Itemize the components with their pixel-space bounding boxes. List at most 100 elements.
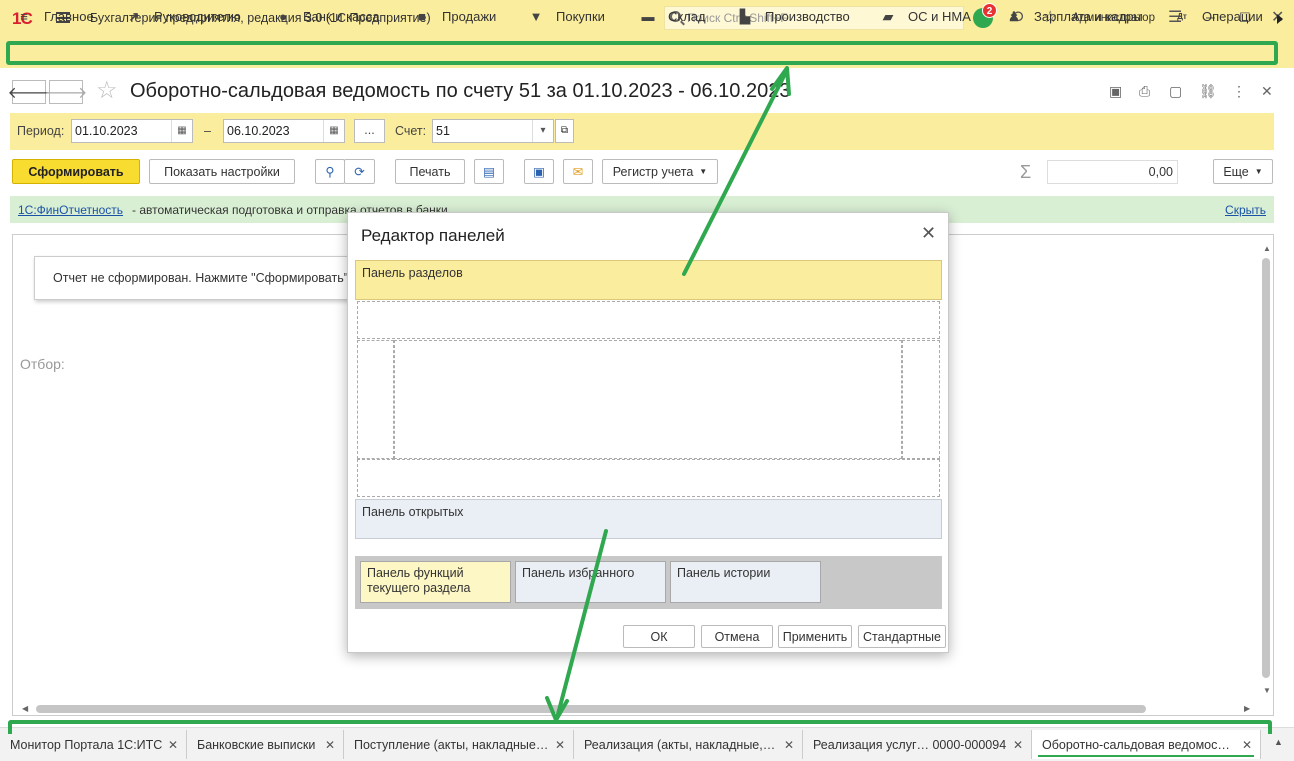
save-icon: ▣ bbox=[533, 165, 545, 179]
panel-open-slot[interactable]: Панель открытых bbox=[355, 499, 942, 539]
panel-functions-item[interactable]: Панель функций текущего раздела bbox=[360, 561, 511, 603]
find-next-icon: ⟳ bbox=[354, 165, 365, 179]
tab-sales[interactable]: Реализация (акты, накладные,… ✕ bbox=[574, 730, 803, 759]
report-not-generated-notice: Отчет не сформирован. Нажмите "Сформиров… bbox=[34, 256, 394, 300]
tab-receipts[interactable]: Поступление (акты, накладные… ✕ bbox=[344, 730, 574, 759]
trend-icon: ↗ bbox=[128, 8, 140, 24]
close-form-icon[interactable]: ✕ bbox=[1261, 82, 1273, 100]
period-label: Период: bbox=[17, 124, 65, 138]
search-icon: ⚲ bbox=[325, 165, 335, 179]
scroll-up-icon[interactable]: ▲ bbox=[1263, 244, 1271, 253]
tab-services-sale[interactable]: Реализация услуг… 0000-000094 ✕ bbox=[803, 730, 1032, 759]
more-actions-icon[interactable]: ⋮ bbox=[1232, 82, 1246, 100]
horizontal-scrollbar[interactable] bbox=[36, 705, 1146, 713]
show-settings-button[interactable]: Показать настройки bbox=[149, 159, 295, 184]
account-field[interactable]: 51 ▾ bbox=[432, 119, 554, 143]
generate-button[interactable]: Сформировать bbox=[12, 159, 140, 184]
print-icon[interactable]: ⎙ bbox=[1139, 82, 1150, 100]
tabs-expand-icon[interactable]: ▲ bbox=[1274, 737, 1283, 747]
close-tab-icon[interactable]: ✕ bbox=[784, 738, 794, 752]
warehouse-icon: ▬ bbox=[641, 8, 655, 24]
truck-icon: ▰ bbox=[883, 8, 893, 24]
close-tab-icon[interactable]: ✕ bbox=[1013, 738, 1023, 752]
panel-editor-dialog: Редактор панелей ✕ Панель разделов Панел… bbox=[347, 212, 949, 653]
section-purchases[interactable]: ▼ Покупки bbox=[528, 9, 605, 24]
finotchetnost-link[interactable]: 1С:ФинОтчетность bbox=[18, 203, 123, 217]
print-button[interactable]: Печать bbox=[395, 159, 465, 184]
close-tab-icon[interactable]: ✕ bbox=[168, 738, 178, 752]
select-period-button[interactable]: ... bbox=[354, 119, 385, 143]
forward-button[interactable]: 🡒 bbox=[45, 80, 87, 104]
notifications-badge: 2 bbox=[982, 3, 997, 18]
page-title: Оборотно-сальдовая ведомость по счету 51… bbox=[130, 80, 791, 102]
dt-kt-icon: Дт bbox=[1177, 11, 1187, 21]
tab-bank-statements[interactable]: Банковские выписки ✕ bbox=[187, 730, 344, 759]
find-button[interactable]: ⚲ bbox=[315, 159, 345, 184]
date-to-field[interactable]: 06.10.2023 ▦ bbox=[223, 119, 345, 143]
link-icon[interactable]: ⛓ bbox=[1199, 82, 1217, 100]
section-sales[interactable]: ■ Продажи bbox=[414, 9, 496, 24]
menu-icon: ≡ bbox=[20, 8, 28, 24]
cart-icon: ▼ bbox=[529, 8, 543, 24]
selected-sum-field: 0,00 bbox=[1047, 160, 1178, 184]
close-tab-icon[interactable]: ✕ bbox=[1242, 738, 1252, 752]
close-tab-icon[interactable]: ✕ bbox=[325, 738, 335, 752]
dialog-title: Редактор панелей bbox=[361, 226, 505, 245]
cancel-button[interactable]: Отмена bbox=[701, 625, 773, 648]
add-to-favorites-icon[interactable]: ☆ bbox=[96, 78, 118, 104]
back-button[interactable]: 🡐 bbox=[8, 80, 50, 104]
find-next-button[interactable]: ⟳ bbox=[344, 159, 375, 184]
notifications-bell-icon[interactable]: 2 bbox=[973, 3, 997, 28]
empty-left-slot[interactable] bbox=[357, 340, 394, 459]
section-production[interactable]: ▙ Производство bbox=[737, 9, 850, 24]
scroll-down-icon[interactable]: ▼ bbox=[1263, 686, 1271, 695]
panel-history-item[interactable]: Панель истории bbox=[670, 561, 821, 603]
dropdown-arrow-icon: ▼ bbox=[1254, 167, 1263, 176]
section-main[interactable]: ≡ Главное bbox=[16, 8, 93, 24]
section-operations[interactable]: Дт Операции bbox=[1174, 9, 1263, 24]
scroll-right-icon[interactable]: ▶ bbox=[1244, 704, 1250, 713]
open-account-icon[interactable]: ⧉ bbox=[555, 119, 574, 143]
panel-favorites-item[interactable]: Панель избранного bbox=[515, 561, 666, 603]
highlight-frame-sections bbox=[6, 41, 1278, 65]
ok-button[interactable]: ОК bbox=[623, 625, 695, 648]
section-bank[interactable]: ● Банк и касса bbox=[275, 9, 379, 24]
preview-button[interactable]: ▤ bbox=[474, 159, 504, 184]
panel-sections-slot[interactable]: Панель разделов bbox=[355, 260, 942, 300]
register-dropdown-button[interactable]: Регистр учета ▼ bbox=[602, 159, 718, 184]
period-dash: – bbox=[204, 124, 211, 138]
tab-its-monitor[interactable]: Монитор Портала 1С:ИТС ✕ bbox=[0, 730, 187, 759]
apply-button[interactable]: Применить bbox=[778, 625, 852, 648]
email-button[interactable]: ✉ bbox=[563, 159, 593, 184]
parameters-panel bbox=[10, 113, 1274, 150]
dropdown-arrow-icon[interactable]: ▾ bbox=[532, 120, 553, 142]
preview-icon[interactable]: ▢ bbox=[1169, 82, 1182, 100]
preview-icon: ▤ bbox=[483, 165, 495, 179]
section-fixed-assets[interactable]: ▰ ОС и НМА bbox=[880, 9, 971, 24]
calendar-icon[interactable]: ▦ bbox=[171, 120, 192, 142]
filter-label: Отбор: bbox=[20, 356, 65, 372]
hide-banner-link[interactable]: Скрыть bbox=[1225, 203, 1266, 217]
dropdown-arrow-icon: ▼ bbox=[699, 167, 708, 176]
bag-icon: ■ bbox=[418, 8, 426, 24]
save-icon[interactable]: ▣ bbox=[1109, 82, 1122, 100]
sections-scroll-right-icon[interactable] bbox=[1277, 14, 1283, 24]
person-icon: ♟ bbox=[1008, 8, 1020, 24]
section-salary[interactable]: ♟ Зарплата и кадры bbox=[1006, 9, 1143, 24]
section-director[interactable]: ↗ Руководителю bbox=[126, 9, 241, 24]
tab-turnover-balance[interactable]: Оборотно-сальдовая ведомос… ✕ bbox=[1032, 730, 1261, 759]
more-button[interactable]: Еще ▼ bbox=[1213, 159, 1273, 184]
empty-top-slot[interactable] bbox=[357, 301, 940, 339]
close-tab-icon[interactable]: ✕ bbox=[555, 738, 565, 752]
calendar-icon[interactable]: ▦ bbox=[323, 120, 344, 142]
vertical-scrollbar[interactable] bbox=[1262, 258, 1270, 678]
standard-button[interactable]: Стандартные bbox=[858, 625, 946, 648]
close-icon[interactable]: ✕ bbox=[921, 224, 936, 242]
empty-bottom-slot[interactable] bbox=[357, 459, 940, 497]
empty-right-slot[interactable] bbox=[902, 340, 940, 459]
scroll-left-icon[interactable]: ◀ bbox=[22, 704, 28, 713]
save-button[interactable]: ▣ bbox=[524, 159, 554, 184]
highlight-frame-open-windows bbox=[8, 720, 1272, 734]
section-warehouse[interactable]: ▬ Склад bbox=[640, 9, 706, 24]
date-from-field[interactable]: 01.10.2023 ▦ bbox=[71, 119, 193, 143]
